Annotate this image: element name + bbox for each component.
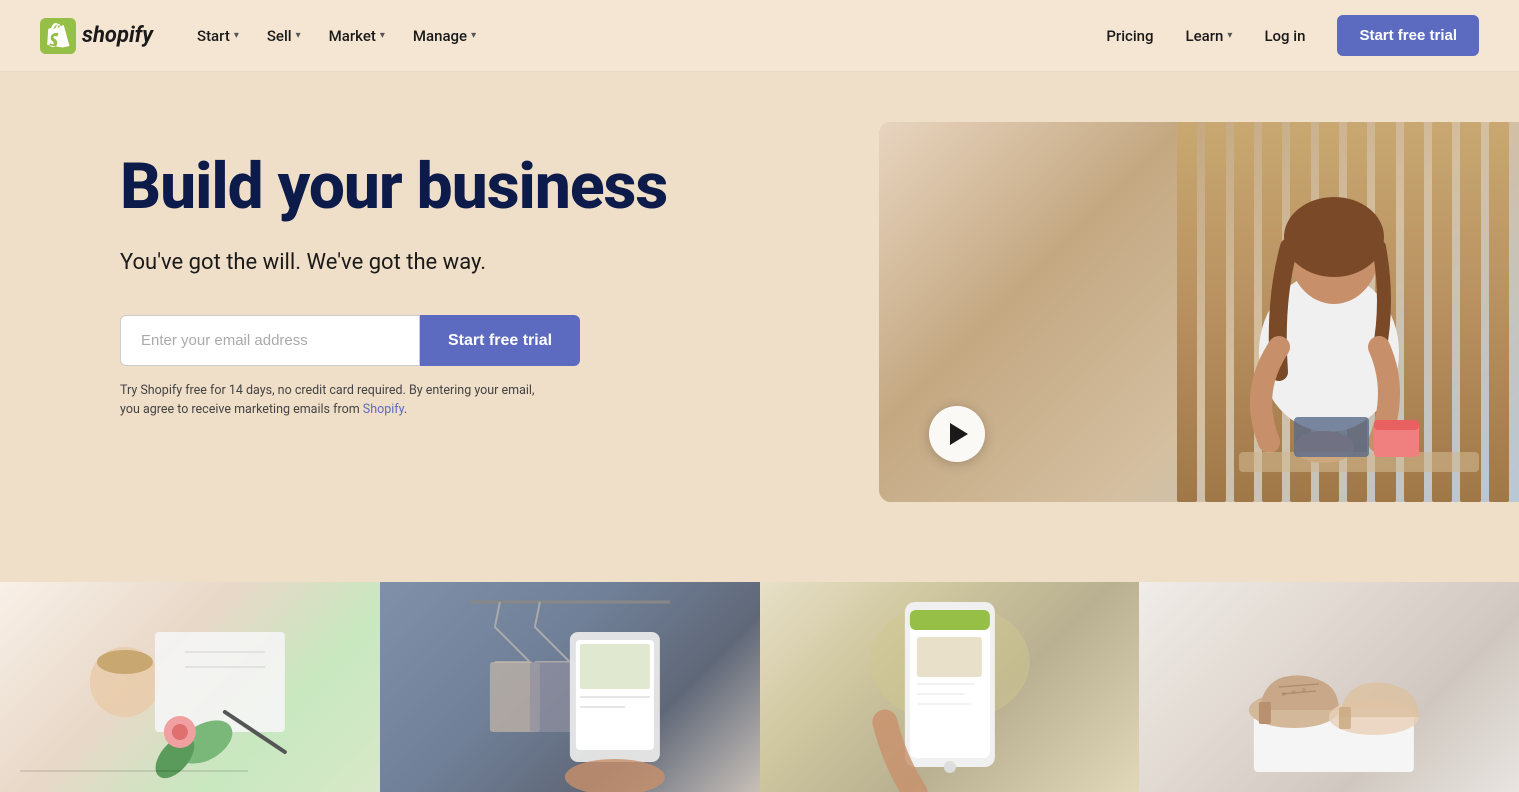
- notebook-bg: [0, 582, 380, 792]
- logo-text: shopify: [82, 23, 153, 48]
- email-input[interactable]: [120, 315, 420, 366]
- nav-market-chevron-icon: ▾: [380, 30, 385, 41]
- hero-title: Build your business: [120, 152, 667, 222]
- hero-image-area: [667, 72, 1519, 582]
- nav-sell-chevron-icon: ▾: [296, 30, 301, 41]
- shopify-link[interactable]: Shopify: [363, 402, 404, 417]
- nav-manage-label: Manage: [413, 27, 467, 45]
- tablet-clothes-image: [380, 582, 760, 792]
- nav-learn-label: Learn: [1186, 27, 1224, 45]
- tablet-bg: [380, 582, 760, 792]
- hero-disclaimer: Try Shopify free for 14 days, no credit …: [120, 382, 540, 420]
- navbar: shopify Start ▾ Sell ▾ Market ▾ Manage ▾…: [0, 0, 1519, 72]
- slat-12: [1489, 122, 1509, 502]
- nav-start-label: Start: [197, 27, 230, 45]
- nav-links-right: Pricing Learn ▾ Log in Start free trial: [1090, 15, 1479, 56]
- nav-item-market[interactable]: Market ▾: [317, 19, 397, 53]
- nav-start-chevron-icon: ▾: [234, 30, 239, 41]
- email-form: Start free trial: [120, 315, 667, 366]
- hero-section: Build your business You've got the will.…: [0, 72, 1519, 582]
- nav-sell-label: Sell: [267, 27, 292, 45]
- shopify-logo-icon: [40, 18, 76, 54]
- logo-link[interactable]: shopify: [40, 18, 153, 54]
- video-play-button[interactable]: [929, 406, 985, 462]
- phone-illustration: [760, 582, 1140, 792]
- nav-links-left: Start ▾ Sell ▾ Market ▾ Manage ▾: [185, 19, 1090, 53]
- nav-pricing-link[interactable]: Pricing: [1090, 19, 1169, 53]
- hero-main-image: [879, 122, 1519, 502]
- notebook-coffee-image: [0, 582, 380, 792]
- tablet-illustration: [380, 582, 760, 792]
- nav-market-label: Market: [329, 27, 376, 45]
- nav-item-manage[interactable]: Manage ▾: [401, 19, 488, 53]
- nav-item-start[interactable]: Start ▾: [185, 19, 251, 53]
- hero-subtitle: You've got the will. We've got the way.: [120, 250, 667, 275]
- nav-learn-chevron-icon: ▾: [1227, 30, 1232, 41]
- hero-start-trial-button[interactable]: Start free trial: [420, 315, 580, 366]
- nav-start-trial-button[interactable]: Start free trial: [1337, 15, 1479, 56]
- woman-figure-svg: [1179, 152, 1479, 502]
- hero-content: Build your business You've got the will.…: [120, 72, 667, 460]
- nav-item-sell[interactable]: Sell ▾: [255, 19, 313, 53]
- bottom-images-row: [0, 582, 1519, 792]
- phone-bg: [760, 582, 1140, 792]
- shoes-illustration: [1139, 582, 1519, 792]
- play-triangle-icon: [950, 423, 968, 445]
- nav-login-link[interactable]: Log in: [1248, 19, 1321, 53]
- shoes-bg: [1139, 582, 1519, 792]
- nav-manage-chevron-icon: ▾: [471, 30, 476, 41]
- notebook-illustration: [0, 582, 380, 792]
- shoes-image: [1139, 582, 1519, 792]
- nav-item-learn[interactable]: Learn ▾: [1174, 19, 1245, 53]
- phone-shopify-image: [760, 582, 1140, 792]
